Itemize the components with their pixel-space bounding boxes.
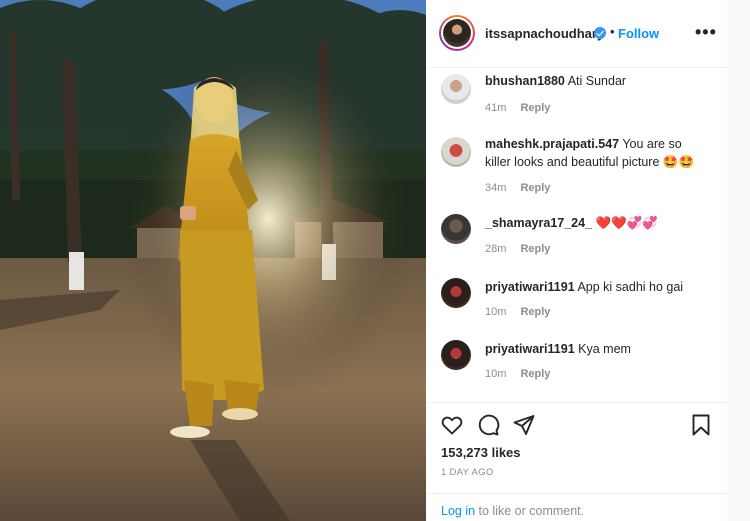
commenter-avatar[interactable] [441, 137, 471, 167]
comment-time: 10m [485, 368, 507, 380]
follow-button[interactable]: Follow [618, 26, 659, 41]
reply-button[interactable]: Reply [520, 102, 550, 114]
post-dialog: itssapnachoudhary • Follow ••• bhushan18… [0, 0, 727, 521]
author-username[interactable]: itssapnachoudhary [485, 26, 604, 41]
commenter-username[interactable]: bhushan1880 [485, 74, 565, 88]
commenter-username[interactable]: _shamayra17_24_ [485, 216, 592, 230]
post-photo-illustration [0, 0, 426, 521]
comment-meta: 34m Reply [485, 182, 550, 194]
comment-time: 28m [485, 243, 507, 255]
post-header: itssapnachoudhary • Follow ••• [427, 0, 727, 68]
comment-body: Ati Sundar [567, 74, 627, 88]
comment-meta: 41m Reply [485, 102, 550, 114]
post-photo[interactable] [0, 0, 426, 521]
reply-button[interactable]: Reply [520, 182, 550, 194]
login-prompt: Log in to like or comment. [427, 493, 727, 521]
comment-time: 10m [485, 306, 507, 318]
commenter-avatar[interactable] [441, 214, 471, 244]
comment-meta: 28m Reply [485, 243, 550, 255]
more-options-icon[interactable]: ••• [695, 22, 717, 43]
comment-icon[interactable] [476, 413, 500, 437]
comment-text: bhushan1880 Ati Sundar [485, 72, 705, 90]
likes-count[interactable]: 153,273 likes [441, 445, 521, 460]
login-prompt-text: to like or comment. [475, 504, 585, 518]
comment-time: 34m [485, 182, 507, 194]
comment-body: App ki sadhi ho gai [577, 280, 684, 294]
comment-body: ❤️❤️💞💞 [595, 216, 658, 230]
commenter-avatar[interactable] [441, 340, 471, 370]
commenter-avatar[interactable] [441, 74, 471, 104]
comment-meta: 10m Reply [485, 306, 550, 318]
commenter-avatar[interactable] [441, 278, 471, 308]
post-actions: 153,273 likes 1 DAY AGO Log in to like o… [427, 402, 727, 521]
comment-body: Kya mem [578, 342, 631, 356]
verified-badge-icon [594, 27, 606, 39]
post-timestamp[interactable]: 1 DAY AGO [441, 467, 494, 478]
reply-button[interactable]: Reply [520, 243, 550, 255]
commenter-username[interactable]: maheshk.prajapati.547 [485, 137, 619, 151]
reply-button[interactable]: Reply [520, 368, 550, 380]
comment-meta: 10m Reply [485, 368, 550, 380]
comment-text: maheshk.prajapati.547 You are so killer … [485, 135, 705, 171]
login-link[interactable]: Log in [441, 504, 475, 518]
separator-dot: • [610, 24, 615, 39]
comment-text: _shamayra17_24_ ❤️❤️💞💞 [485, 214, 705, 232]
comments-list: bhushan1880 Ati Sundar 41m Reply maheshk… [427, 68, 727, 402]
bookmark-icon[interactable] [689, 413, 713, 437]
share-icon[interactable] [512, 413, 536, 437]
comment-text: priyatiwari1191 App ki sadhi ho gai [485, 278, 705, 296]
author-avatar[interactable] [439, 15, 475, 51]
commenter-username[interactable]: priyatiwari1191 [485, 342, 575, 356]
comment-time: 41m [485, 102, 507, 114]
commenter-username[interactable]: priyatiwari1191 [485, 280, 575, 294]
reply-button[interactable]: Reply [520, 306, 550, 318]
heart-icon[interactable] [440, 413, 464, 437]
comment-text: priyatiwari1191 Kya mem [485, 340, 705, 358]
post-side-panel: itssapnachoudhary • Follow ••• bhushan18… [427, 0, 727, 521]
